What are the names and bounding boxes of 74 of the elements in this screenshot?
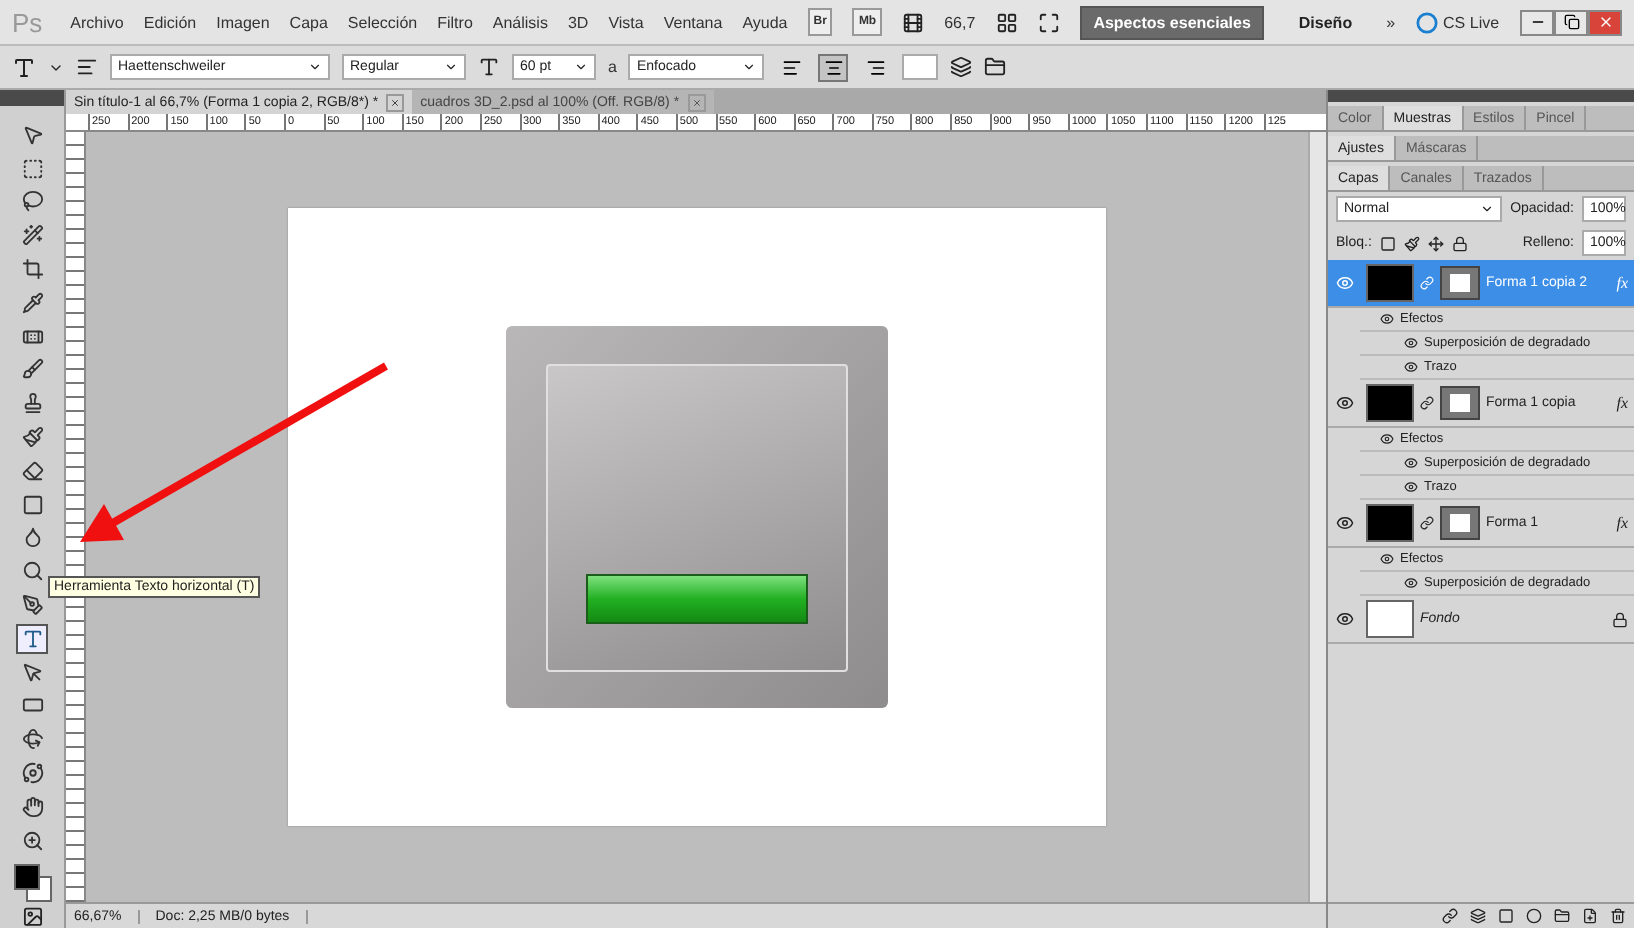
- move-icon[interactable]: [1427, 235, 1444, 251]
- effects-icon[interactable]: fx: [1616, 514, 1628, 532]
- toolbar-header: [0, 90, 64, 106]
- link-icon: [1420, 276, 1434, 290]
- layer-thumbnail: [1366, 504, 1414, 542]
- screen-mode-icon[interactable]: [1037, 11, 1060, 33]
- quick-mask-icon[interactable]: [21, 906, 43, 928]
- color-swatches[interactable]: [13, 864, 51, 903]
- menu-item[interactable]: Archivo: [70, 13, 124, 31]
- arrange-icon[interactable]: [995, 11, 1018, 33]
- brush-icon[interactable]: [1403, 235, 1420, 251]
- folder-icon[interactable]: [1554, 908, 1570, 924]
- caret-icon[interactable]: [308, 60, 322, 74]
- tab-close-button[interactable]: [386, 93, 405, 111]
- menu-item[interactable]: Vista: [608, 13, 644, 31]
- align-icon[interactable]: [865, 57, 886, 77]
- lock-icon: [1612, 611, 1628, 627]
- antialias-icon: a: [608, 58, 617, 76]
- menu-item[interactable]: 3D: [567, 13, 589, 31]
- eye-icon[interactable]: [1335, 514, 1353, 532]
- film-icon[interactable]: [902, 11, 925, 33]
- caret-icon[interactable]: [1480, 202, 1495, 216]
- cs-live-icon: [1415, 11, 1438, 33]
- text-tool-icon[interactable]: [12, 55, 36, 79]
- mask-thumbnail: [1440, 506, 1480, 540]
- eye-icon[interactable]: [1380, 432, 1394, 446]
- eye-icon[interactable]: [1404, 336, 1418, 350]
- lock-icon[interactable]: [1451, 235, 1468, 251]
- eye-icon[interactable]: [1335, 394, 1353, 412]
- minimize-button[interactable]: [1520, 9, 1554, 35]
- eye-icon[interactable]: [1380, 312, 1394, 326]
- cs-live-menu[interactable]: CS Live: [1443, 13, 1500, 31]
- trash-icon[interactable]: [1610, 908, 1626, 924]
- menu-item[interactable]: Selección: [347, 13, 418, 31]
- font-size-icon: [478, 56, 500, 78]
- scrollbar[interactable]: [1308, 132, 1326, 902]
- align-icon[interactable]: [823, 57, 844, 77]
- caret-icon[interactable]: [574, 60, 588, 74]
- menu-item[interactable]: Ayuda: [742, 13, 788, 31]
- align-icon[interactable]: [781, 57, 802, 77]
- align-button[interactable]: [818, 53, 849, 81]
- caret-icon[interactable]: [742, 60, 757, 74]
- workspace-button[interactable]: Aspectos esenciales: [1079, 5, 1265, 39]
- eye-icon[interactable]: [1380, 552, 1394, 566]
- mask-thumbnail: [1440, 266, 1480, 300]
- menu-item[interactable]: Imagen: [216, 13, 270, 31]
- menu-item[interactable]: Capa: [289, 13, 328, 31]
- eye-icon[interactable]: [1404, 360, 1418, 374]
- link-icon: [1420, 516, 1434, 530]
- workspace-button[interactable]: Diseño: [1284, 5, 1367, 39]
- mask-thumbnail: [1440, 386, 1480, 420]
- color-field[interactable]: [902, 54, 939, 80]
- layer-thumbnail: [1366, 600, 1414, 638]
- eye-icon[interactable]: [1335, 610, 1353, 628]
- effects-icon[interactable]: fx: [1616, 394, 1628, 412]
- menu-item[interactable]: Filtro: [437, 13, 473, 31]
- eye-icon[interactable]: [1404, 456, 1418, 470]
- link-layers-icon[interactable]: [1442, 908, 1458, 924]
- restore-icon[interactable]: [1563, 14, 1579, 30]
- layer-thumbnail: [1366, 384, 1414, 422]
- new-layer-icon[interactable]: [1582, 908, 1598, 924]
- link-icon: [1420, 396, 1434, 410]
- eye-icon[interactable]: [1404, 480, 1418, 494]
- layer-thumbnail: [1366, 264, 1414, 302]
- more-workspaces[interactable]: »: [1386, 13, 1396, 31]
- menu-item[interactable]: Ventana: [663, 13, 723, 31]
- restore-button[interactable]: [1554, 9, 1588, 35]
- zoom-level[interactable]: 66,7: [944, 13, 976, 31]
- caret-icon[interactable]: [444, 60, 458, 74]
- eye-icon[interactable]: [1404, 576, 1418, 590]
- menu-item[interactable]: Edición: [143, 13, 197, 31]
- menu-item[interactable]: Análisis: [492, 13, 548, 31]
- app-logo: Ps: [12, 7, 43, 37]
- tab-close-button[interactable]: [687, 93, 706, 111]
